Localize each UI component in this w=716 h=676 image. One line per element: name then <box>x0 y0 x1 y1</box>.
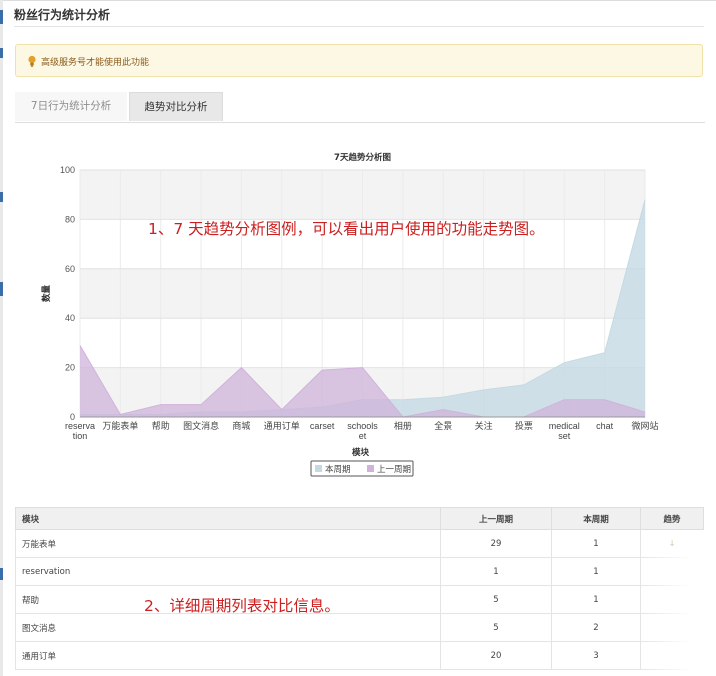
legend-swatch <box>367 465 374 472</box>
x-tick-label-line: reserva <box>65 421 95 431</box>
table-header-row: 模块 上一周期 本周期 趋势 <box>15 507 704 530</box>
x-tick-label-line: 全景 <box>434 420 452 431</box>
table-row: reservation 1 1 <box>15 557 704 586</box>
header-module: 模块 <box>15 507 441 530</box>
module-cell: 万能表单 <box>15 529 441 558</box>
x-tick-label-line: tion <box>73 431 88 441</box>
x-tick-label-line: chat <box>596 421 614 431</box>
page-title: 粉丝行为统计分析 <box>14 8 111 22</box>
trend-cell <box>640 641 704 670</box>
x-tick-label: reserva tion <box>65 421 95 441</box>
curr-cell: 3 <box>551 641 641 670</box>
x-tick-label-line: 通用订单 <box>264 420 300 431</box>
table-row: 通用订单 20 3 <box>15 641 704 670</box>
x-tick-label: 商城 <box>232 420 250 431</box>
module-cell: 通用订单 <box>15 641 441 670</box>
header-previous-period: 上一周期 <box>440 507 552 530</box>
x-tick-label: 全景 <box>434 420 452 431</box>
module-cell: 图文消息 <box>15 613 441 642</box>
x-tick-label: 微网站 <box>631 420 658 431</box>
trend-cell: ↓ <box>640 529 704 558</box>
trend-cell <box>640 613 704 642</box>
x-tick-label-line: 万能表单 <box>102 420 138 431</box>
x-tick-label-line: et <box>359 431 367 441</box>
x-tick-label: 图文消息 <box>183 420 219 431</box>
x-tick-label: schools et <box>347 421 378 441</box>
table-row: 图文消息 5 2 <box>15 613 704 642</box>
y-tick-label: 80 <box>65 214 75 224</box>
x-tick-label-line: medical <box>549 421 580 431</box>
y-axis-label: 数量 <box>41 285 52 303</box>
tab-bar: 7日行为统计分析 趋势对比分析 <box>15 92 705 123</box>
x-tick-label-line: carset <box>310 421 335 431</box>
chart-title: 7天趋势分析图 <box>334 152 391 163</box>
curr-cell: 2 <box>551 613 641 642</box>
prev-cell: 5 <box>440 613 552 642</box>
legend-swatch <box>315 465 322 472</box>
header-current-period: 本周期 <box>551 507 641 530</box>
table-row: 帮助 5 1 <box>15 585 704 614</box>
x-axis-label: 模块 <box>352 447 370 458</box>
y-tick-label: 20 <box>65 363 75 373</box>
curr-cell: 1 <box>551 529 641 558</box>
lightbulb-icon <box>28 55 36 67</box>
x-tick-label-line: 商城 <box>232 420 250 431</box>
y-tick-label: 60 <box>65 264 75 274</box>
comparison-table: 模块 上一周期 本周期 趋势 万能表单 29 1 ↓ reservation 1… <box>15 507 704 670</box>
x-tick-label-line: 相册 <box>394 420 412 431</box>
y-tick-label: 100 <box>60 165 75 175</box>
y-tick-label: 40 <box>65 313 75 323</box>
notice-text: 高级服务号才能使用此功能 <box>41 58 150 68</box>
title-divider <box>14 26 704 27</box>
trend-cell <box>640 557 704 586</box>
x-tick-label: 关注 <box>475 420 493 431</box>
x-tick-label: 帮助 <box>152 420 170 431</box>
x-tick-label: 相册 <box>394 420 412 431</box>
prev-cell: 1 <box>440 557 552 586</box>
legend-label: 上一周期 <box>377 465 411 475</box>
module-cell: reservation <box>15 557 441 586</box>
trend-cell <box>640 585 704 614</box>
x-tick-label-line: 关注 <box>475 420 493 431</box>
prev-cell: 20 <box>440 641 552 670</box>
trend-chart: 020406080100reserva tion万能表单 帮助 图文消息 商城 通用订单 c… <box>41 152 659 477</box>
x-tick-label-line: 投票 <box>515 420 533 431</box>
curr-cell: 1 <box>551 585 641 614</box>
prev-cell: 29 <box>440 529 552 558</box>
x-tick-label: 万能表单 <box>102 420 138 431</box>
x-tick-label-line: 帮助 <box>152 420 170 431</box>
x-tick-label-line: set <box>558 431 571 441</box>
x-tick-label-line: 微网站 <box>631 420 658 431</box>
x-tick-label: chat <box>596 421 614 431</box>
x-tick-label-line: 图文消息 <box>183 420 219 431</box>
x-tick-label: carset <box>310 421 335 431</box>
tab-trend-compare[interactable]: 趋势对比分析 <box>129 92 223 121</box>
x-tick-label: 通用订单 <box>264 420 300 431</box>
tab-7day-stats[interactable]: 7日行为统计分析 <box>15 92 127 121</box>
x-tick-label: medical set <box>549 421 580 441</box>
x-tick-label-line: schools <box>347 421 378 431</box>
chart-annotation: 1、7 天趋势分析图例，可以看出用户使用的功能走势图。 <box>148 220 545 238</box>
curr-cell: 1 <box>551 557 641 586</box>
legend-label: 本周期 <box>325 464 351 475</box>
top-border <box>0 0 716 1</box>
table-row: 万能表单 29 1 ↓ <box>15 529 704 558</box>
prev-cell: 5 <box>440 585 552 614</box>
header-trend: 趋势 <box>640 507 704 530</box>
table-annotation: 2、详细周期列表对比信息。 <box>144 597 340 615</box>
x-tick-label: 投票 <box>515 420 533 431</box>
upgrade-notice: 高级服务号才能使用此功能 <box>15 44 703 77</box>
